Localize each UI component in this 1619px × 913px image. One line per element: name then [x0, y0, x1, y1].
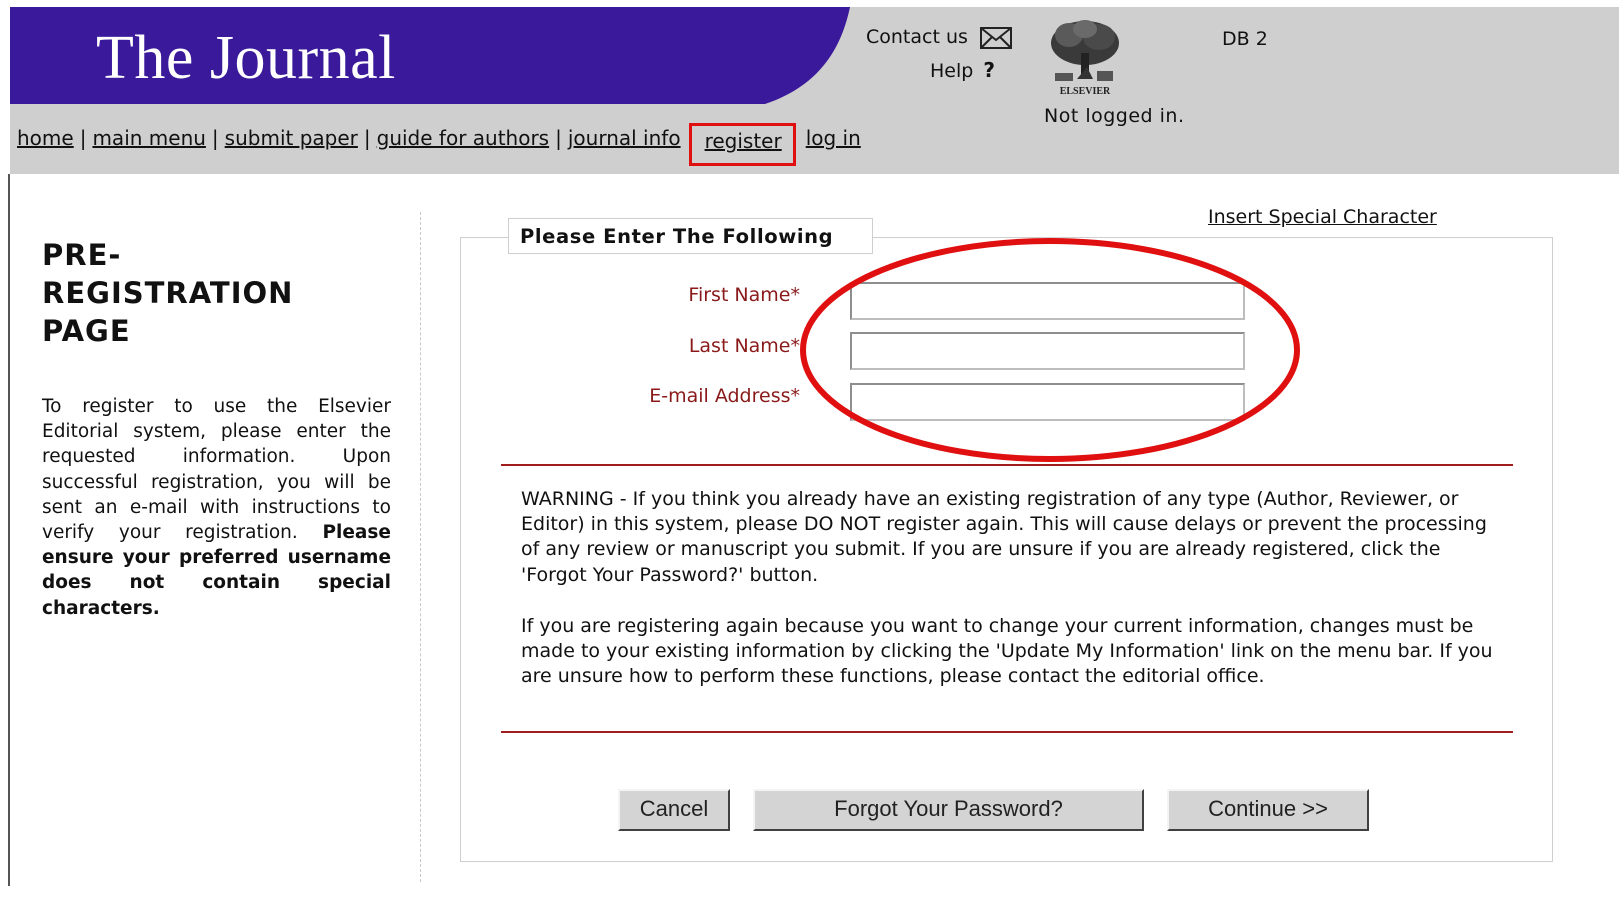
nav-submit-paper[interactable]: submit paper: [225, 126, 358, 150]
site-header: The Journal Contact us Help? ELSEVIER DB…: [10, 7, 1619, 174]
login-status: Not logged in.: [1044, 105, 1185, 127]
register-highlight-box: register: [688, 123, 796, 166]
section-divider: [501, 464, 1513, 466]
section-divider: [501, 731, 1513, 733]
update-info-note: If you are registering again because you…: [521, 615, 1493, 688]
continue-button[interactable]: Continue >>: [1167, 789, 1369, 831]
continue-button-label: Continue >>: [1208, 796, 1328, 821]
page-title: PRE- REGISTRATION PAGE: [42, 236, 362, 350]
mail-icon: [979, 26, 1012, 49]
nav-separator: |: [211, 126, 219, 150]
nav-log-in[interactable]: log in: [806, 126, 861, 150]
page-title-line: PAGE: [42, 314, 131, 348]
page-left-border: [8, 174, 10, 886]
instructions-text: To register to use the Elsevier Editoria…: [42, 396, 391, 544]
help-label: Help: [930, 60, 974, 82]
email-input[interactable]: [850, 383, 1245, 421]
page-title-line: REGISTRATION: [42, 276, 294, 310]
nav-journal-info[interactable]: journal info: [568, 126, 681, 150]
insert-special-character-link[interactable]: Insert Special Character: [1208, 206, 1437, 228]
nav-register[interactable]: register: [705, 129, 782, 153]
nav-home[interactable]: home: [17, 126, 74, 150]
nav-separator: |: [363, 126, 371, 150]
first-name-input[interactable]: [850, 282, 1245, 320]
nav-separator: |: [555, 126, 562, 150]
contact-link[interactable]: Contact us: [866, 26, 1012, 49]
nav-guide-for-authors[interactable]: guide for authors: [377, 126, 549, 150]
db-label: DB 2: [1222, 28, 1268, 50]
help-link[interactable]: Help?: [930, 58, 995, 82]
first-name-label: First Name*: [688, 284, 800, 306]
main-nav: home | main menu | submit paper | guide for au…: [17, 120, 861, 166]
elsevier-tree-icon: [1051, 20, 1119, 81]
column-divider: [420, 212, 421, 882]
cancel-button[interactable]: Cancel: [618, 789, 730, 831]
warning-text: WARNING - If you think you already have …: [521, 488, 1487, 586]
cancel-button-label: Cancel: [639, 796, 709, 821]
last-name-label: Last Name*: [688, 335, 800, 357]
help-icon: ?: [983, 58, 995, 82]
elsevier-logo: ELSEVIER: [1047, 17, 1123, 97]
journal-title[interactable]: The Journal: [96, 23, 396, 94]
forgot-password-button[interactable]: Forgot Your Password?: [753, 789, 1144, 831]
email-label: E-mail Address*: [649, 385, 800, 407]
contact-label: Contact us: [866, 26, 968, 48]
form-legend: Please Enter The Following: [508, 218, 873, 254]
nav-main-menu[interactable]: main menu: [92, 126, 205, 150]
forgot-password-button-label: Forgot Your Password?: [834, 796, 1063, 821]
elsevier-logo-text: ELSEVIER: [1059, 86, 1111, 97]
page-title-line: PRE-: [42, 238, 122, 272]
registration-instructions: To register to use the Elsevier Editoria…: [42, 394, 391, 621]
last-name-input[interactable]: [850, 332, 1245, 370]
nav-separator: |: [79, 126, 87, 150]
